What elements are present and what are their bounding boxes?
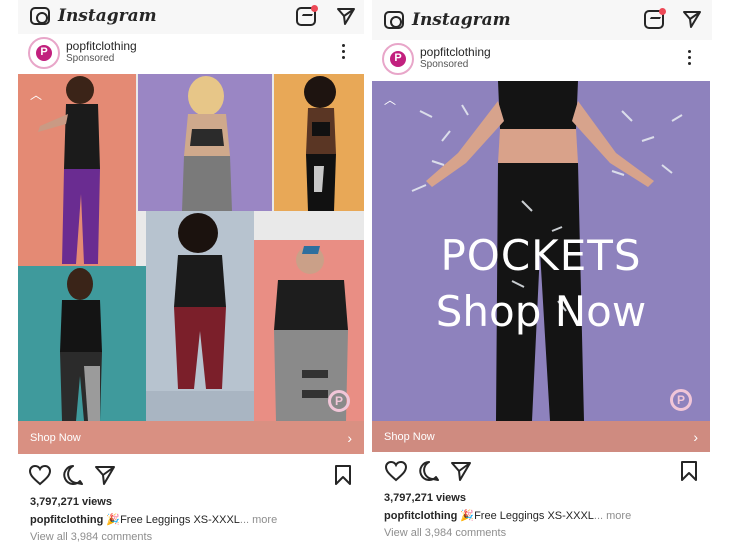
brand-watermark: P (670, 389, 692, 411)
overlay-headline: POCKETS (440, 231, 642, 280)
brand-logo: P (390, 51, 406, 67)
brand-logo: P (36, 45, 52, 61)
model-figure (304, 76, 336, 211)
model-figure (174, 213, 226, 389)
more-link[interactable]: ... more (594, 510, 631, 522)
comment-icon[interactable] (418, 460, 440, 482)
model-figure (60, 268, 102, 421)
collapse-icon[interactable]: ︿ (30, 86, 42, 103)
caption: popfitclothing 🎉Free Leggings XS-XXXL...… (384, 509, 631, 522)
account-name[interactable]: popfitclothing (420, 45, 491, 59)
view-comments-link[interactable]: View all 3,984 comments (384, 527, 506, 539)
photo-tile (18, 266, 146, 421)
brand-watermark: P (328, 390, 350, 412)
shop-now-bar[interactable]: Shop Now › (18, 421, 364, 454)
share-icon[interactable] (94, 464, 116, 486)
notification-dot (659, 8, 666, 15)
view-count: 3,797,271 views (30, 496, 112, 508)
app-title: Instagram (58, 6, 157, 26)
view-count: 3,797,271 views (384, 492, 466, 504)
action-row (372, 460, 712, 486)
view-comments-link[interactable]: View all 3,984 comments (30, 531, 152, 543)
camera-icon[interactable] (384, 11, 404, 29)
photo-tile (146, 211, 254, 391)
shop-now-label: Shop Now (30, 431, 81, 444)
sponsored-label: Sponsored (420, 59, 469, 70)
photo-tile (138, 74, 272, 211)
comment-icon[interactable] (62, 464, 84, 486)
direct-message-icon[interactable] (682, 9, 702, 29)
post-image[interactable]: POCKETS Shop Now ︿ P (372, 81, 710, 421)
model-figure (182, 76, 232, 211)
direct-message-icon[interactable] (336, 6, 356, 26)
top-bar: Instagram (372, 0, 712, 40)
photo-tile (274, 74, 364, 211)
like-icon[interactable] (28, 464, 52, 486)
caption-text: 🎉Free Leggings XS-XXXL (460, 510, 594, 522)
more-link[interactable]: ... more (240, 514, 277, 526)
chevron-right-icon: › (347, 429, 352, 446)
post-header: P popfitclothing Sponsored (18, 34, 364, 76)
save-icon[interactable] (334, 464, 352, 486)
share-icon[interactable] (450, 460, 472, 482)
post-right: Instagram P popfitclothing Sponsored POC… (372, 0, 712, 546)
overlay-subheadline: Shop Now (435, 287, 647, 336)
sponsored-label: Sponsored (66, 53, 115, 64)
post-image-collage[interactable]: ︿ P (18, 74, 364, 421)
notification-dot (311, 5, 318, 12)
top-bar: Instagram (18, 0, 364, 34)
action-row (18, 464, 364, 490)
post-left: Instagram P popfitclothing Sponsored ︿ P… (18, 0, 364, 546)
photo-tile (146, 391, 254, 421)
avatar[interactable]: P (28, 37, 60, 69)
shop-now-label: Shop Now (384, 430, 435, 443)
post-header: P popfitclothing Sponsored (372, 40, 712, 82)
caption-text: 🎉Free Leggings XS-XXXL (106, 514, 240, 526)
caption: popfitclothing 🎉Free Leggings XS-XXXL...… (30, 513, 277, 526)
shop-now-bar[interactable]: Shop Now › (372, 421, 710, 452)
avatar[interactable]: P (382, 43, 414, 75)
more-options-icon[interactable] (688, 50, 692, 66)
collapse-icon[interactable]: ︿ (384, 91, 396, 108)
camera-icon[interactable] (30, 7, 50, 25)
caption-username[interactable]: popfitclothing (384, 510, 457, 522)
more-options-icon[interactable] (342, 44, 346, 60)
save-icon[interactable] (680, 460, 698, 482)
chevron-right-icon: › (693, 428, 698, 445)
like-icon[interactable] (384, 460, 408, 482)
caption-username[interactable]: popfitclothing (30, 514, 103, 526)
account-name[interactable]: popfitclothing (66, 39, 137, 53)
app-title: Instagram (412, 10, 511, 30)
